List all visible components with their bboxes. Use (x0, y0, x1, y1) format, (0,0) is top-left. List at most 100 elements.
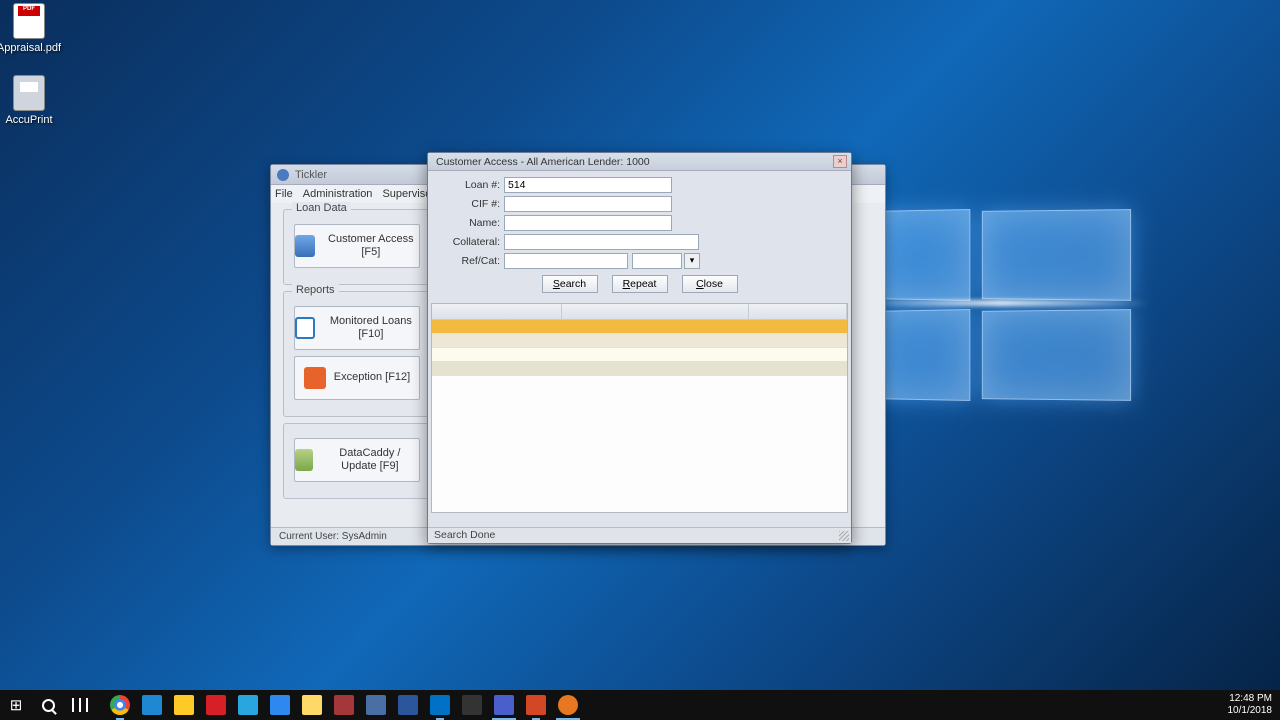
taskview-icon (72, 698, 88, 712)
resize-grip-icon[interactable] (839, 531, 849, 541)
taskbar-edge[interactable] (136, 690, 168, 720)
status-current-user: Current User: SysAdmin (279, 531, 387, 542)
photos-icon (238, 695, 258, 715)
taskbar-photos[interactable] (232, 690, 264, 720)
close-btn-rest: lose (704, 278, 723, 290)
taskbar-access[interactable] (328, 690, 360, 720)
grid-row[interactable] (432, 348, 847, 362)
tools-group: DataCaddy / Update [F9] (283, 423, 441, 499)
group-legend: Loan Data (292, 202, 351, 214)
dialog-titlebar[interactable]: Customer Access - All American Lender: 1… (428, 153, 851, 171)
reports-group: Reports Monitored Loans [F10] Exception … (283, 291, 441, 417)
calculator-icon (366, 695, 386, 715)
app-icon (277, 169, 289, 181)
group-legend: Reports (292, 284, 339, 296)
start-button[interactable]: ⊞ (0, 690, 32, 720)
taskbar-chrome[interactable] (104, 690, 136, 720)
grid-col-1[interactable] (432, 304, 562, 319)
dialog-close-button[interactable]: × (833, 155, 847, 168)
desktop-icon-appraisal-pdf[interactable]: Appraisal.pdf (0, 3, 64, 54)
loan-label: Loan #: (442, 179, 500, 191)
taskbar: ⊞ 12:48 PM 10/1/2018 (0, 690, 1280, 720)
search-button[interactable]: Search (542, 275, 598, 293)
explorer-icon (302, 695, 322, 715)
system-tray[interactable]: 12:48 PM 10/1/2018 (1228, 693, 1280, 717)
settings-icon (462, 695, 482, 715)
search-icon (42, 699, 55, 712)
search-btn-rest: earch (560, 278, 586, 290)
taskbar-powerpoint[interactable] (520, 690, 552, 720)
taskbar-onenote[interactable] (488, 690, 520, 720)
tray-time: 12:48 PM (1228, 693, 1273, 705)
app-title: Tickler (295, 169, 327, 181)
grid-row[interactable] (432, 362, 847, 376)
refcat-input-2[interactable] (632, 253, 682, 269)
exception-button[interactable]: Exception [F12] (294, 356, 420, 400)
desktop-icon-accuprint[interactable]: AccuPrint (0, 75, 64, 126)
windows-icon: ⊞ (10, 696, 23, 714)
taskbar-outlook[interactable] (424, 690, 456, 720)
search-button[interactable] (32, 690, 64, 720)
repeat-btn-rest: epeat (630, 278, 656, 290)
pdf-icon (13, 3, 45, 39)
taskbar-store[interactable] (168, 690, 200, 720)
onenote-icon (494, 695, 514, 715)
exception-icon (304, 367, 326, 389)
cif-label: CIF #: (442, 198, 500, 210)
grid-row[interactable] (432, 334, 847, 348)
edge-icon (142, 695, 162, 715)
name-input[interactable] (504, 215, 672, 231)
grid-row-selected[interactable] (432, 320, 847, 334)
refcat-label: Ref/Cat: (442, 255, 500, 267)
customer-access-dialog: Customer Access - All American Lender: 1… (427, 152, 852, 544)
desktop-icon-label: AccuPrint (0, 114, 64, 126)
access-icon (334, 695, 354, 715)
windows-logo-wallpaper (870, 210, 1140, 410)
taskview-button[interactable] (64, 690, 96, 720)
word-icon (398, 695, 418, 715)
dialog-status-text: Search Done (434, 529, 495, 541)
menu-file[interactable]: File (275, 188, 293, 200)
customer-access-icon (295, 235, 315, 257)
results-grid[interactable] (431, 303, 848, 513)
monitored-icon (295, 317, 315, 339)
name-label: Name: (442, 217, 500, 229)
ie-icon (270, 695, 290, 715)
taskbar-ie[interactable] (264, 690, 296, 720)
loan-number-input[interactable] (504, 177, 672, 193)
refcat-dropdown-button[interactable]: ▾ (684, 253, 700, 269)
datacaddy-icon (295, 449, 313, 471)
collateral-input[interactable] (504, 234, 699, 250)
taskbar-word[interactable] (392, 690, 424, 720)
acrobat-icon (206, 695, 226, 715)
store-icon (174, 695, 194, 715)
refcat-input-1[interactable] (504, 253, 628, 269)
dialog-title-text: Customer Access - All American Lender: 1… (436, 156, 650, 168)
close-button[interactable]: Close (682, 275, 738, 293)
taskbar-zoom[interactable] (552, 690, 584, 720)
datacaddy-button[interactable]: DataCaddy / Update [F9] (294, 438, 420, 482)
printer-icon (13, 75, 45, 111)
zoom-icon (558, 695, 578, 715)
grid-col-3[interactable] (749, 304, 847, 319)
chrome-icon (110, 695, 130, 715)
repeat-button[interactable]: Repeat (612, 275, 668, 293)
powerpoint-icon (526, 695, 546, 715)
tray-date: 10/1/2018 (1228, 705, 1273, 717)
taskbar-settings[interactable] (456, 690, 488, 720)
taskbar-explorer[interactable] (296, 690, 328, 720)
dialog-statusbar: Search Done (428, 527, 851, 543)
wallpaper-light (850, 300, 1150, 306)
menu-administration[interactable]: Administration (303, 188, 373, 200)
taskbar-acrobat[interactable] (200, 690, 232, 720)
grid-col-2[interactable] (562, 304, 750, 319)
collateral-label: Collateral: (442, 236, 500, 248)
desktop-icon-label: Appraisal.pdf (0, 42, 64, 54)
monitored-loans-button[interactable]: Monitored Loans [F10] (294, 306, 420, 350)
outlook-icon (430, 695, 450, 715)
customer-access-button[interactable]: Customer Access [F5] (294, 224, 420, 268)
grid-header[interactable] (432, 304, 847, 320)
taskbar-calculator[interactable] (360, 690, 392, 720)
cif-number-input[interactable] (504, 196, 672, 212)
search-form: Loan #: CIF #: Name: Collateral: Ref/Cat… (428, 171, 851, 297)
